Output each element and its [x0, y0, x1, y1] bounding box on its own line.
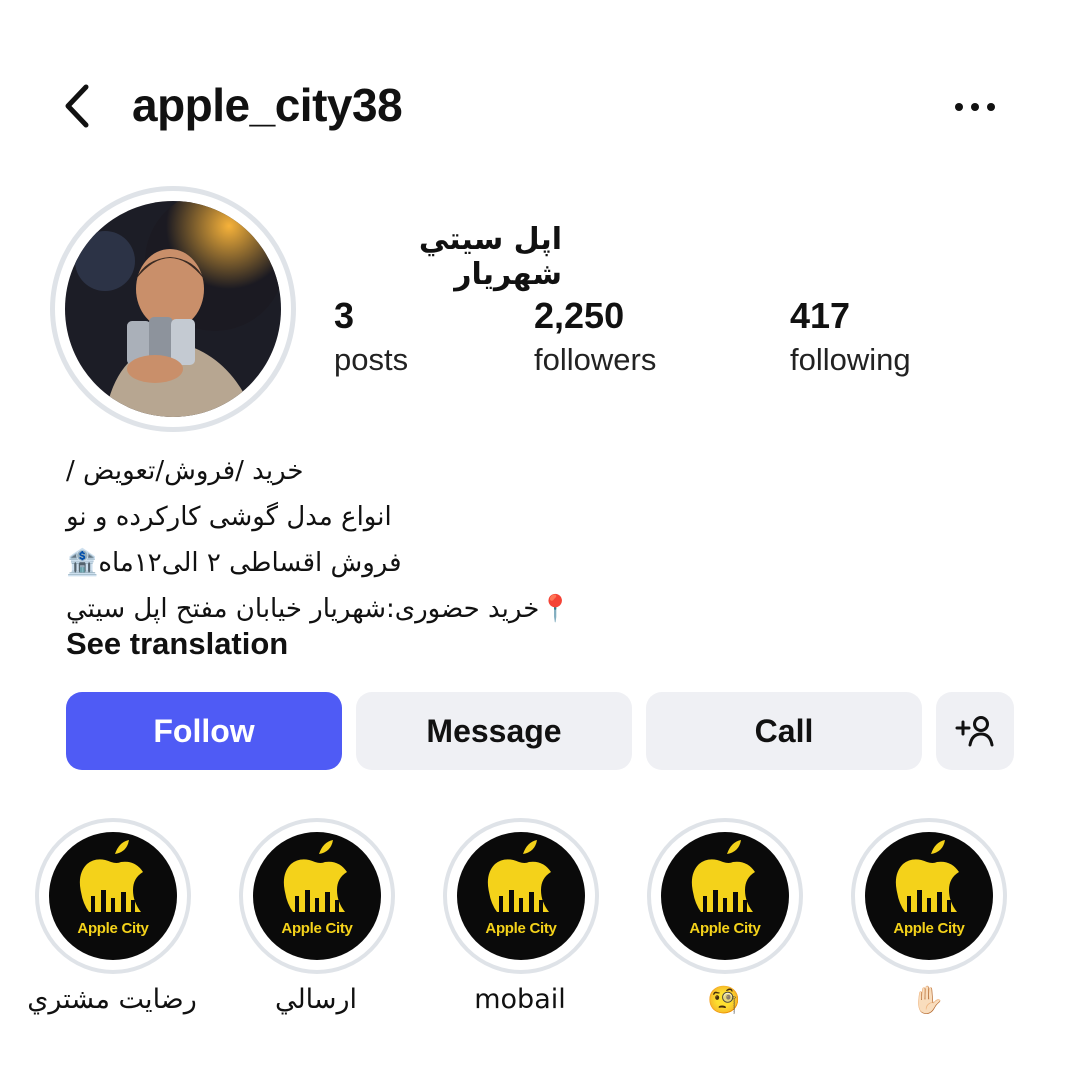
story-highlight[interactable]: Apple City ✋🏻 — [818, 818, 1038, 1038]
highlight-cover[interactable]: Apple City — [851, 818, 1007, 974]
stat-posts-value: 3 — [334, 295, 355, 336]
stat-posts-label: posts — [334, 342, 409, 377]
profile-bio: خرید /فروش/تعویض / انواع مدل گوشی کارکرد… — [66, 448, 706, 632]
highlight-cover[interactable]: Apple City — [443, 818, 599, 974]
story-highlight[interactable]: Apple City 🧐 — [614, 818, 834, 1038]
stat-posts[interactable]: 3 posts — [334, 296, 408, 380]
profile-username: apple_city38 — [132, 79, 403, 131]
highlight-brand: Apple City — [689, 920, 761, 937]
highlight-label: 🧐 — [707, 985, 741, 1016]
add-person-button[interactable] — [936, 692, 1014, 770]
stat-followers[interactable]: 2,250 followers — [534, 296, 656, 380]
chevron-left-icon — [65, 84, 89, 128]
stat-following[interactable]: 417 following — [790, 296, 911, 380]
call-button[interactable]: Call — [646, 692, 922, 770]
apple-city-logo: Apple City — [253, 832, 381, 960]
highlight-brand: Apple City — [485, 920, 557, 937]
highlight-label: ارسالي — [274, 984, 358, 1015]
bio-line: انواع مدل گوشی کارکرده و نو — [66, 502, 392, 532]
stat-following-value: 417 — [790, 295, 851, 336]
apple-city-logo: Apple City — [49, 832, 177, 960]
story-highlight[interactable]: Apple City ارسالي — [206, 818, 426, 1038]
see-translation-link[interactable]: See translation — [66, 626, 288, 662]
profile-avatar[interactable] — [50, 186, 296, 432]
more-horizontal-icon — [955, 103, 995, 111]
message-button[interactable]: Message — [356, 692, 632, 770]
highlight-brand: Apple City — [893, 920, 965, 937]
highlight-cover[interactable]: Apple City — [35, 818, 191, 974]
apple-city-logo: Apple City — [661, 832, 789, 960]
highlight-brand: Apple City — [281, 920, 353, 937]
profile-header: apple_city38 — [0, 0, 1080, 200]
story-highlight[interactable]: Apple City رضايت مشتري — [2, 818, 222, 1038]
bio-line: فروش اقساطی ۲ الی۱۲ماه🏦 — [66, 548, 402, 578]
highlight-brand: Apple City — [77, 920, 149, 937]
add-person-icon — [955, 716, 994, 747]
highlight-label: رضايت مشتري — [27, 984, 197, 1015]
stat-following-label: following — [790, 342, 911, 377]
apple-city-logo: Apple City — [865, 832, 993, 960]
story-highlight[interactable]: Apple City mobail — [410, 818, 630, 1038]
highlight-label: ✋🏻 — [911, 985, 945, 1016]
highlight-label: mobail — [474, 984, 566, 1015]
apple-city-logo: Apple City — [457, 832, 585, 960]
bio-line: خرید /فروش/تعویض / — [66, 456, 304, 486]
highlight-cover[interactable]: Apple City — [239, 818, 395, 974]
stat-followers-value: 2,250 — [534, 295, 625, 336]
highlight-cover[interactable]: Apple City — [647, 818, 803, 974]
back-button[interactable] — [52, 78, 102, 134]
avatar-photo — [65, 201, 281, 417]
follow-button[interactable]: Follow — [66, 692, 342, 770]
more-options-button[interactable] — [950, 82, 1000, 132]
profile-display-name: اپل سيتي شهريار — [418, 222, 562, 292]
stat-followers-label: followers — [534, 342, 657, 377]
